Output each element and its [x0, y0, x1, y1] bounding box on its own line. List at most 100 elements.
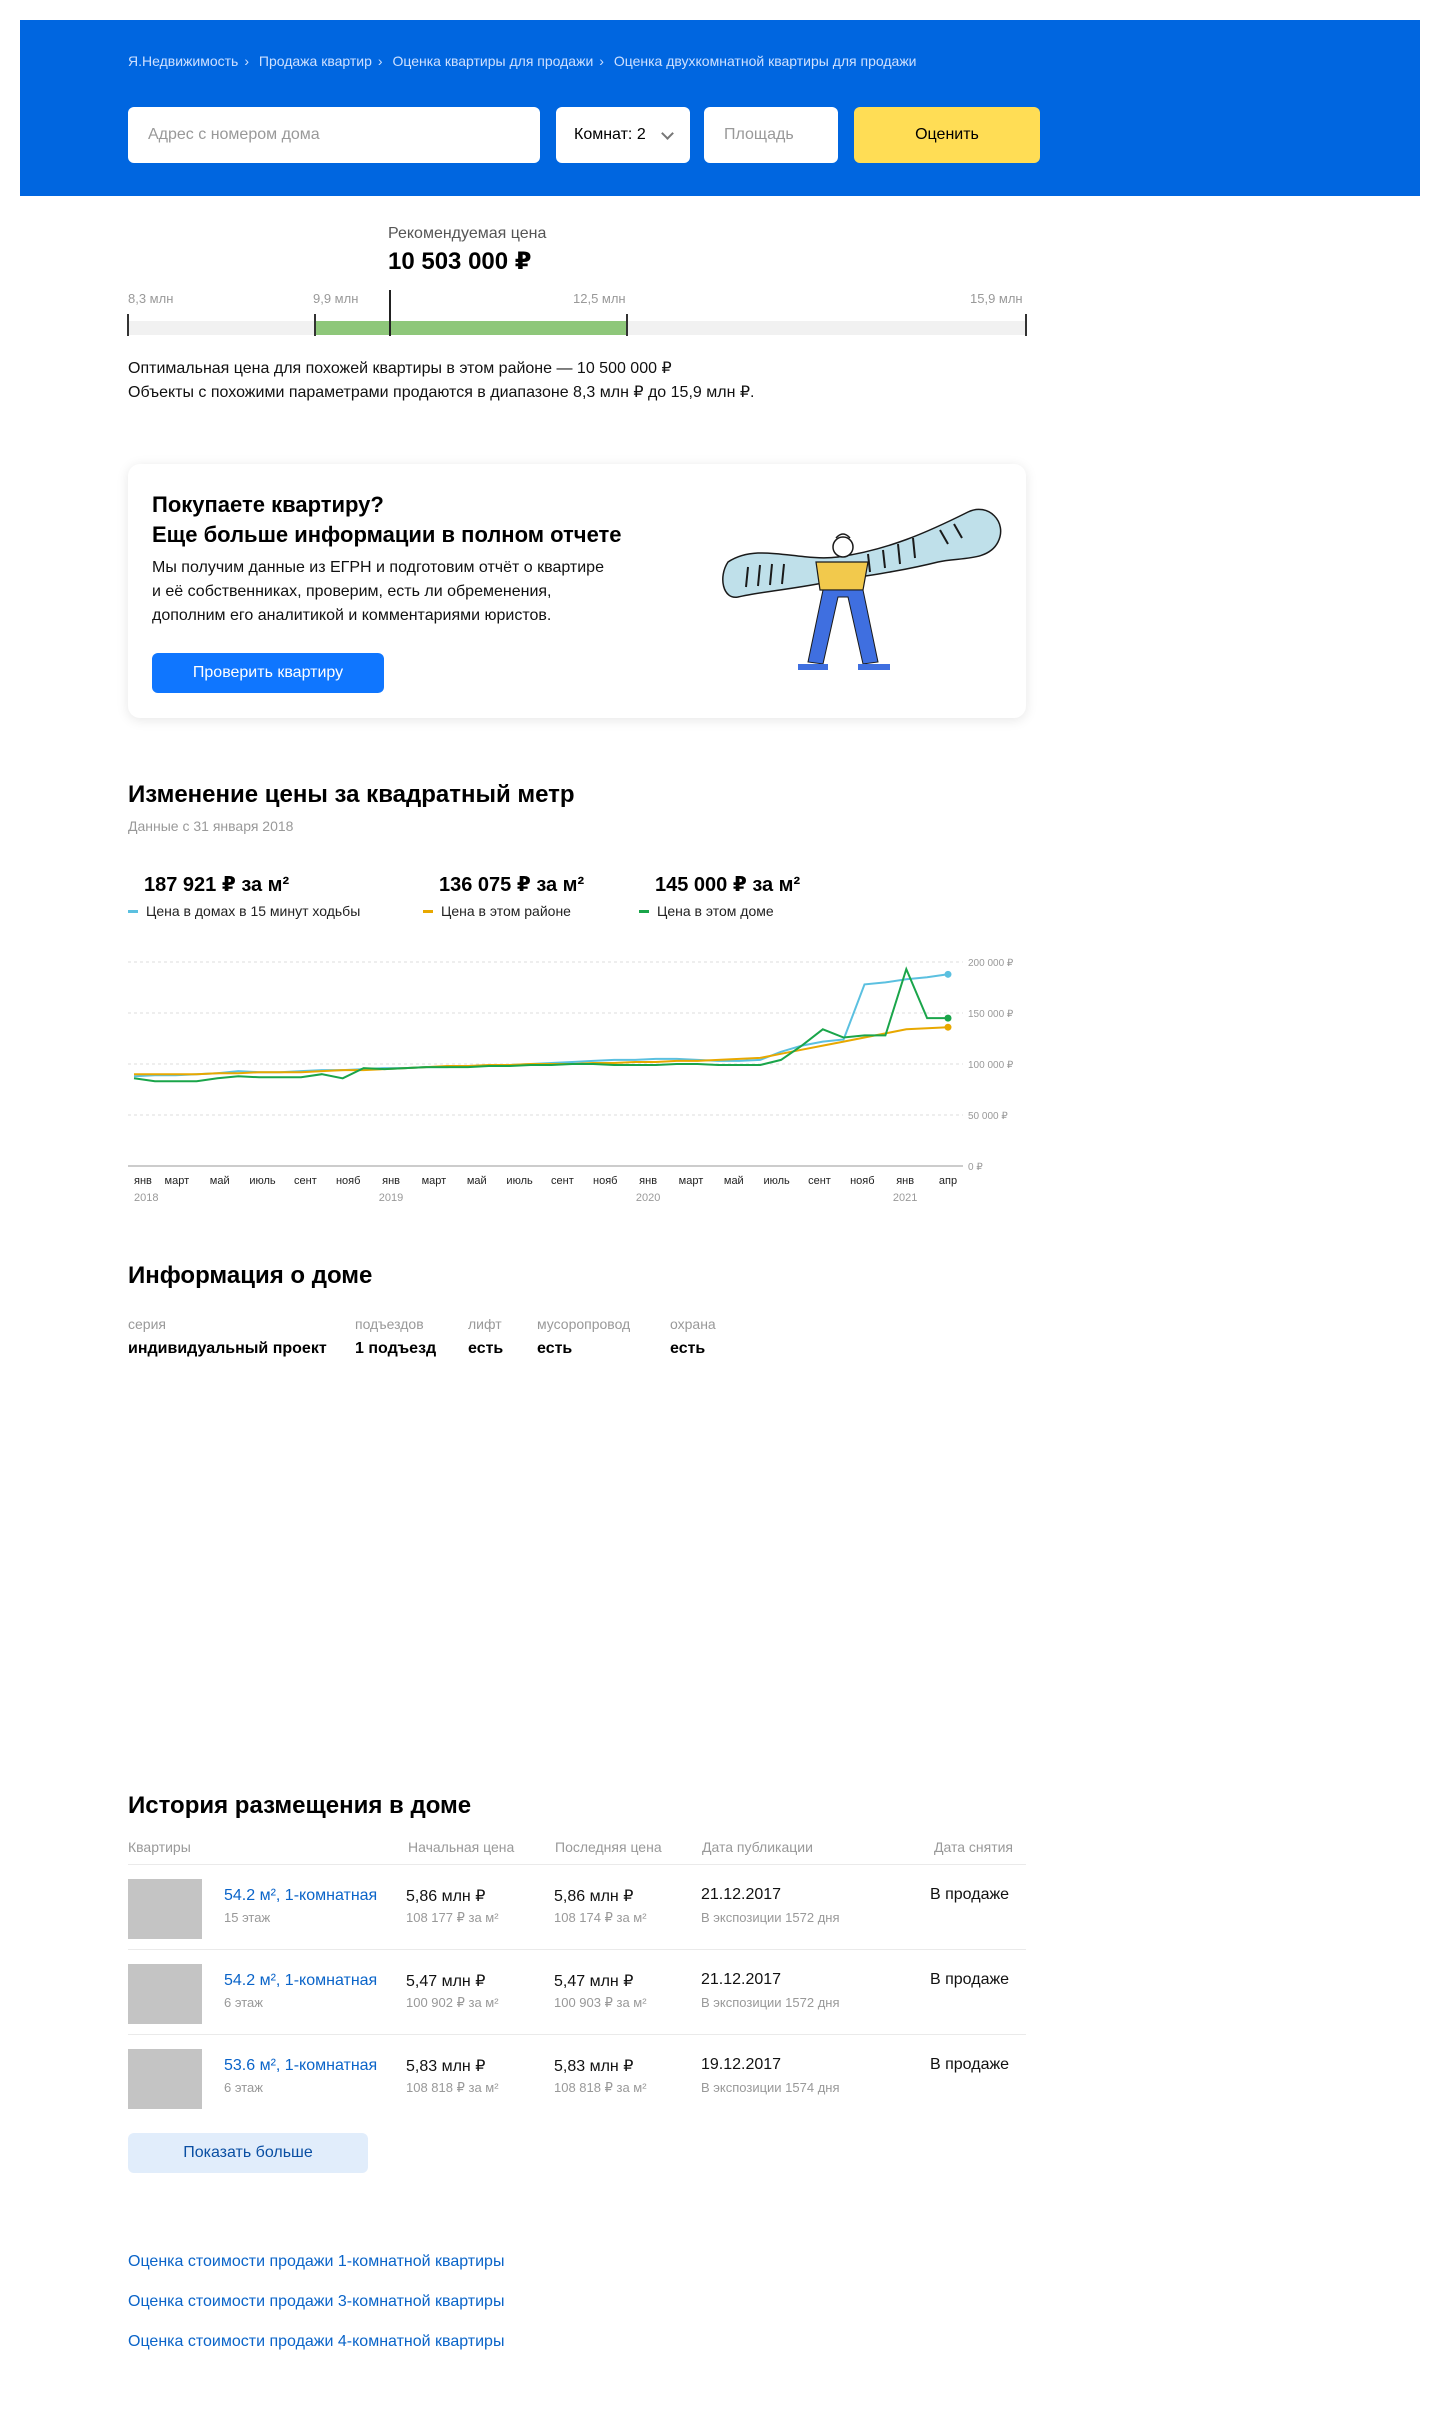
house-info-value: 1 подъезд	[355, 1340, 437, 1357]
legend-item-house: Цена в этом доме	[639, 903, 774, 919]
breadcrumb-item[interactable]: Продажа квартир	[259, 53, 372, 69]
series-end-point	[944, 970, 952, 978]
footer-link[interactable]: Оценка стоимости продажи 4-комнатной ква…	[128, 2333, 504, 2351]
chevron-down-icon	[661, 126, 674, 140]
legend-value-nearby: 187 921 ₽ за м²	[144, 874, 290, 896]
estimate-button[interactable]: Оценить	[854, 107, 1040, 163]
x-tick-label: янв	[639, 1175, 657, 1187]
price-per-m2-chart: 200 000 ₽ 150 000 ₽ 100 000 ₽ 50 000 ₽ 0 ₽ ян…	[128, 958, 1014, 1204]
y-tick-label: 100 000 ₽	[968, 1060, 1014, 1071]
area-input[interactable]: Площадь	[704, 107, 838, 163]
x-tick-label: апр	[939, 1175, 957, 1187]
house-info-item: лифт есть	[468, 1316, 503, 1358]
publication-date: 21.12.2017	[701, 1971, 782, 1988]
document-person-illustration	[722, 508, 1002, 670]
house-info-value: индивидуальный проект	[128, 1340, 327, 1357]
house-info-key: мусоропровод	[537, 1316, 631, 1332]
promo-title-line: Покупаете квартиру?	[152, 492, 384, 517]
house-info-item: мусоропровод есть	[537, 1316, 630, 1358]
x-tick-label: нояб	[336, 1175, 360, 1187]
y-tick-label: 150 000 ₽	[968, 1009, 1014, 1020]
start-price: 5,47 млн ₽	[406, 1973, 486, 1990]
removal-status: В продаже	[930, 2056, 1010, 2073]
row-divider	[128, 1864, 1026, 1865]
recommended-price-label: Рекомендуемая цена	[388, 225, 547, 242]
promo-text: Мы получим данные из ЕГРН и подготовим о…	[152, 556, 632, 628]
legend-swatch	[128, 909, 138, 913]
promo-title: Покупаете квартиру? Еще больше информаци…	[152, 490, 622, 550]
house-info-value: есть	[670, 1340, 706, 1357]
address-input[interactable]: Адрес с номером дома	[128, 107, 540, 163]
price-scale-range	[315, 321, 627, 335]
price-change-subtitle: Данные с 31 января 2018	[128, 818, 294, 834]
legend-item-district: Цена в этом районе	[423, 903, 571, 919]
x-tick-label: май	[467, 1175, 487, 1187]
legend-value-house: 145 000 ₽ за м²	[655, 874, 801, 896]
house-info-key: лифт	[468, 1316, 502, 1332]
apartment-link[interactable]: 53.6 м², 1-комнатная	[224, 2057, 377, 2075]
apartment-floor: 6 этаж	[224, 1995, 263, 2010]
footer-link[interactable]: Оценка стоимости продажи 3-комнатной ква…	[128, 2293, 504, 2311]
year-label: 2019	[379, 1192, 403, 1204]
last-price-per-m2: 108 818 ₽ за м²	[554, 2080, 647, 2095]
scale-max-label: 15,9 млн	[970, 291, 1023, 306]
legend-item-nearby: Цена в домах в 15 минут ходьбы	[128, 903, 360, 919]
range-high-label: 12,5 млн	[573, 291, 626, 306]
apartment-link[interactable]: 54.2 м², 1-комнатная	[224, 1887, 377, 1905]
footer-link[interactable]: Оценка стоимости продажи 1-комнатной ква…	[128, 2253, 504, 2271]
x-tick-label: сент	[808, 1175, 831, 1187]
x-tick-label: июль	[763, 1175, 790, 1187]
row-divider	[128, 2034, 1026, 2035]
breadcrumb-separator: ›	[377, 53, 383, 69]
apartment-thumbnail[interactable]	[128, 1879, 202, 1939]
start-price: 5,83 млн ₽	[406, 2058, 486, 2075]
last-price-per-m2: 108 174 ₽ за м²	[554, 1910, 647, 1925]
exposure-duration: В экспозиции 1572 дня	[701, 1995, 840, 2010]
breadcrumb-item[interactable]: Я.Недвижимость	[128, 53, 238, 69]
rooms-select[interactable]: Комнат: 2	[556, 107, 690, 163]
x-tick-label: янв	[134, 1175, 152, 1187]
publication-date: 21.12.2017	[701, 1886, 782, 1903]
promo-text-line: дополним его аналитикой и комментариями …	[152, 607, 552, 624]
house-info-item: серия индивидуальный проект	[128, 1316, 327, 1358]
apartment-thumbnail[interactable]	[128, 1964, 202, 2024]
legend-label: Цена в этом районе	[441, 903, 571, 919]
removal-status: В продаже	[930, 1886, 1010, 1903]
x-tick-label: июль	[506, 1175, 533, 1187]
breadcrumb-item[interactable]: Оценка двухкомнатной квартиры для продаж…	[614, 53, 917, 69]
column-header: Квартиры	[128, 1839, 191, 1855]
column-header: Дата снятия	[934, 1839, 1014, 1855]
legend-label: Цена в домах в 15 минут ходьбы	[146, 903, 361, 919]
scale-tick	[127, 314, 129, 336]
apartment-thumbnail[interactable]	[128, 2049, 202, 2109]
search-hero: Я.Недвижимость › Продажа квартир › Оценка …	[20, 20, 1420, 196]
promo-title-line: Еще больше информации в полном отчете	[152, 522, 622, 547]
house-info-key: подъездов	[355, 1316, 424, 1332]
show-more-button[interactable]: Показать больше	[128, 2133, 368, 2173]
apartment-link[interactable]: 54.2 м², 1-комнатная	[224, 1972, 377, 1990]
removal-status: В продаже	[930, 1971, 1010, 1988]
breadcrumb-separator: ›	[244, 53, 249, 69]
full-report-promo: Покупаете квартиру? Еще больше информаци…	[128, 464, 1026, 718]
x-tick-label: март	[679, 1175, 704, 1187]
column-header: Начальная цена	[408, 1839, 515, 1855]
series-line	[134, 1026, 949, 1076]
recommended-price: 10 503 000 ₽	[388, 248, 532, 275]
breadcrumb: Я.Недвижимость › Продажа квартир › Оценка …	[128, 53, 917, 69]
series-end-point	[944, 1014, 952, 1022]
house-info-item: охрана есть	[670, 1316, 716, 1358]
house-info-value: есть	[468, 1340, 504, 1357]
house-info-value: есть	[537, 1340, 573, 1357]
recommended-price-marker	[389, 290, 391, 336]
check-apartment-button[interactable]: Проверить квартиру	[152, 653, 384, 693]
start-price-per-m2: 100 902 ₽ за м²	[406, 1995, 499, 2010]
legend-swatch	[639, 909, 649, 913]
breadcrumb-item[interactable]: Оценка квартиры для продажи	[392, 53, 593, 69]
legend-swatch	[423, 909, 433, 913]
exposure-duration: В экспозиции 1572 дня	[701, 1910, 840, 1925]
year-label: 2018	[134, 1192, 158, 1204]
x-tick-label: март	[165, 1175, 190, 1187]
x-tick-label: март	[422, 1175, 447, 1187]
apartment-floor: 6 этаж	[224, 2080, 263, 2095]
house-info-item: подъездов 1 подъезд	[355, 1316, 436, 1358]
